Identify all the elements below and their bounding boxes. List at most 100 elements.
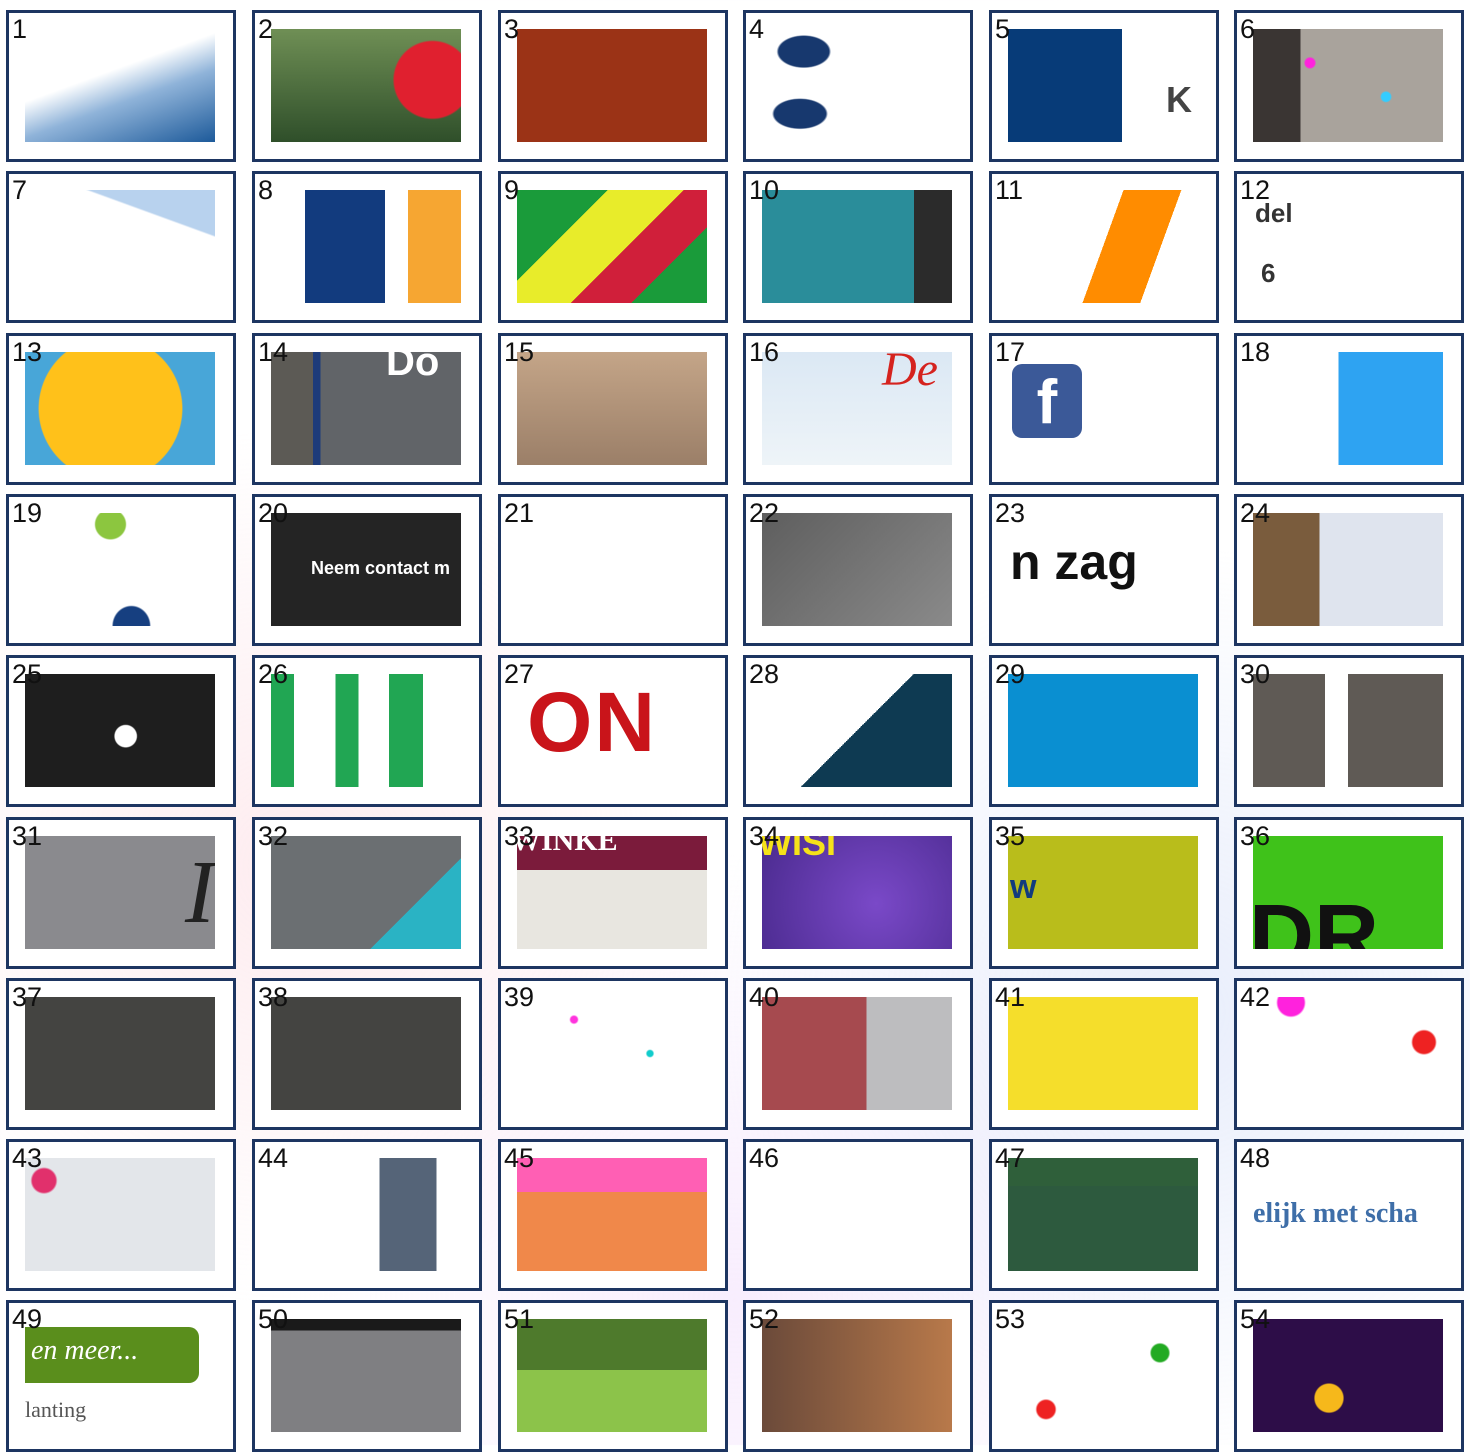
thumbnail-11[interactable]: 11 bbox=[989, 171, 1219, 323]
thumbnail-44[interactable]: 44 bbox=[252, 1139, 482, 1291]
streamers-confetti bbox=[1008, 1319, 1198, 1432]
garden-hedge-photo bbox=[517, 1319, 707, 1432]
navy-orange-blocks bbox=[271, 190, 461, 303]
thumbnail-7[interactable]: 7 bbox=[6, 171, 236, 323]
thumbnail-38[interactable]: 38 bbox=[252, 978, 482, 1130]
thumbnail-42[interactable]: 42 bbox=[1234, 978, 1464, 1130]
bold-text-crop: n zag bbox=[1008, 513, 1198, 626]
thumbnail-18[interactable]: 18 bbox=[1234, 333, 1464, 485]
thumbnail-10[interactable]: 10 bbox=[743, 171, 973, 323]
thumbnail-39[interactable]: 39 bbox=[498, 978, 728, 1130]
thumbnail-text: Neem contact m bbox=[311, 558, 451, 578]
thumbnail-8[interactable]: 8 bbox=[252, 171, 482, 323]
thumbnail-text-secondary: lanting bbox=[25, 1397, 87, 1422]
thumbnail-1[interactable]: 1 bbox=[6, 10, 236, 162]
thumbnail-21[interactable]: 21 bbox=[498, 494, 728, 646]
thumbnail-43[interactable]: 43 bbox=[6, 1139, 236, 1291]
grey-column-photo bbox=[271, 1158, 461, 1271]
thumbnail-text: I bbox=[185, 843, 215, 942]
thumbnail-31[interactable]: 31 I bbox=[6, 817, 236, 969]
yellow-balloon-photo bbox=[25, 352, 215, 465]
white-confetti bbox=[517, 997, 707, 1110]
thumbnail-28[interactable]: 28 bbox=[743, 655, 973, 807]
thumbnail-34[interactable]: 34 WISI bbox=[743, 817, 973, 969]
red-balloon-trees-photo bbox=[271, 29, 461, 142]
thumbnail-number: 48 bbox=[1240, 1143, 1271, 1173]
thumbnail-22[interactable]: 22 bbox=[743, 494, 973, 646]
thumbnail-16[interactable]: 16 De bbox=[743, 333, 973, 485]
navy-triangle-shape bbox=[762, 674, 952, 787]
thumbnail-9[interactable]: 9 bbox=[498, 171, 728, 323]
thumbnail-number: 29 bbox=[995, 659, 1026, 689]
thumbnail-number: 17 bbox=[995, 337, 1026, 367]
thumbnail-19[interactable]: 19 bbox=[6, 494, 236, 646]
white-confetti bbox=[1253, 997, 1443, 1110]
colorful-letters-poster bbox=[517, 190, 707, 303]
facebook-icon: f bbox=[1012, 364, 1082, 438]
thumbnail-15[interactable]: 15 bbox=[498, 333, 728, 485]
thumbnail-40[interactable]: 40 bbox=[743, 978, 973, 1130]
thumbnail-5[interactable]: 5K bbox=[989, 10, 1219, 162]
thumbnail-41[interactable]: 41 bbox=[989, 978, 1219, 1130]
yellow-illustration bbox=[1008, 997, 1198, 1110]
thumbnail-13[interactable]: 13 bbox=[6, 333, 236, 485]
thumbnail-51[interactable]: 51 bbox=[498, 1300, 728, 1452]
thumbnail-number: 21 bbox=[504, 498, 535, 528]
thumbnail-number: 24 bbox=[1240, 498, 1271, 528]
thumbnail-36[interactable]: 36 DR bbox=[1234, 817, 1464, 969]
thumbnail-17[interactable]: 17 f bbox=[989, 333, 1219, 485]
thumbnail-text: K bbox=[1166, 79, 1192, 120]
thumbnail-45[interactable]: 45 bbox=[498, 1139, 728, 1291]
navy-square-crop: K bbox=[1008, 29, 1198, 142]
thumbnail-number: 33 bbox=[504, 821, 535, 851]
thumbnail-32[interactable]: 32 bbox=[252, 817, 482, 969]
grey-panel: I bbox=[25, 836, 215, 949]
thumbnail-4[interactable]: 4 bbox=[743, 10, 973, 162]
thumbnail-number: 36 bbox=[1240, 821, 1271, 851]
thumbnail-54[interactable]: 54 bbox=[1234, 1300, 1464, 1452]
thumbnail-text: De bbox=[882, 352, 938, 396]
thumbnail-20[interactable]: 20 Neem contact m bbox=[252, 494, 482, 646]
thumbnail-number: 15 bbox=[504, 337, 535, 367]
thumbnail-52[interactable]: 52 bbox=[743, 1300, 973, 1452]
thumbnail-37[interactable]: 37 bbox=[6, 978, 236, 1130]
grey-sign-photo: Do bbox=[271, 352, 461, 465]
thumbnail-29[interactable]: 29 bbox=[989, 655, 1219, 807]
thumbnail-number: 50 bbox=[258, 1304, 289, 1334]
thumbnail-26[interactable]: 26 bbox=[252, 655, 482, 807]
thumbnail-49[interactable]: 49 en meer... lanting bbox=[6, 1300, 236, 1452]
thumbnail-number: 11 bbox=[995, 175, 1024, 205]
thumbnail-25[interactable]: 25 bbox=[6, 655, 236, 807]
thumbnail-47[interactable]: 47 bbox=[989, 1139, 1219, 1291]
thumbnail-50[interactable]: 50 bbox=[252, 1300, 482, 1452]
thumbnail-number: 9 bbox=[504, 175, 520, 205]
thumbnail-number: 51 bbox=[504, 1304, 535, 1334]
thumbnail-24[interactable]: 24 bbox=[1234, 494, 1464, 646]
thumbnail-48[interactable]: 48 elijk met scha bbox=[1234, 1139, 1464, 1291]
thumbnail-6[interactable]: 6 bbox=[1234, 10, 1464, 162]
line-drawing-face bbox=[762, 1158, 952, 1271]
thumbnail-number: 23 bbox=[995, 498, 1026, 528]
thumbnail-14[interactable]: 14 Do bbox=[252, 333, 482, 485]
food-closeup-photo bbox=[762, 1319, 952, 1432]
thumbnail-30[interactable]: 30 bbox=[1234, 655, 1464, 807]
grey-pavement-photo bbox=[271, 1319, 461, 1432]
dark-confetti bbox=[271, 997, 461, 1110]
thumbnail-number: 31 bbox=[12, 821, 43, 851]
thumbnail-33[interactable]: 33 WINKE bbox=[498, 817, 728, 969]
thumbnail-12[interactable]: 12 del 6 bbox=[1234, 171, 1464, 323]
thumbnail-46[interactable]: 46 bbox=[743, 1139, 973, 1291]
thumbnail-2[interactable]: 2 bbox=[252, 10, 482, 162]
thumbnail-35[interactable]: 35 w bbox=[989, 817, 1219, 969]
thumbnail-text: Do bbox=[386, 352, 440, 384]
thumbnail-23[interactable]: 23 n zag bbox=[989, 494, 1219, 646]
thumbnail-3[interactable]: 3 bbox=[498, 10, 728, 162]
thumbnail-text: n zag bbox=[1010, 534, 1138, 590]
thumbnail-53[interactable]: 53 bbox=[989, 1300, 1219, 1452]
thumbnail-number: 45 bbox=[504, 1143, 535, 1173]
thumbnail-number: 12 bbox=[1240, 175, 1271, 205]
thumbnail-number: 22 bbox=[749, 498, 780, 528]
thumbnail-number: 18 bbox=[1240, 337, 1271, 367]
thumbnail-27[interactable]: 27 ON bbox=[498, 655, 728, 807]
olive-panel: w bbox=[1008, 836, 1198, 949]
